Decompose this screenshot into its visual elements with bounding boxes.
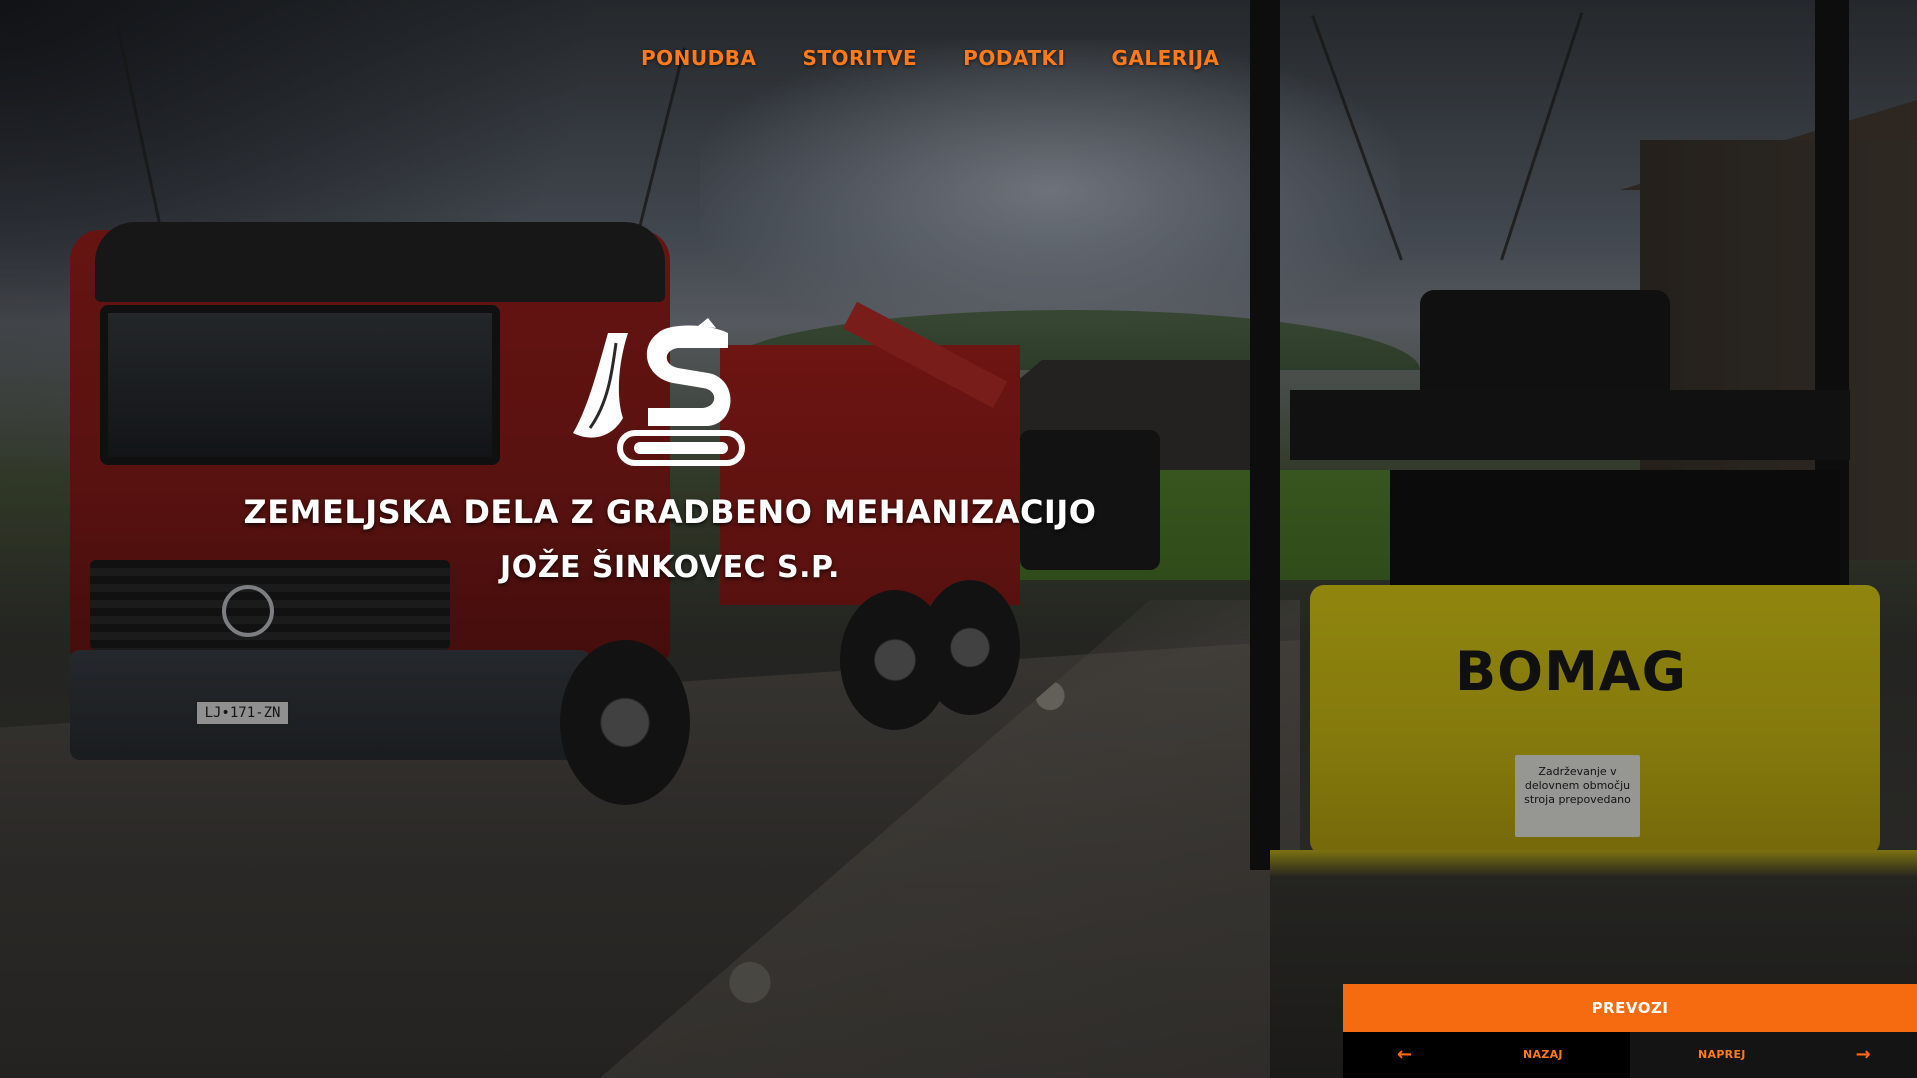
prev-label: NAZAJ: [1523, 1048, 1563, 1061]
slider-control: PREVOZI ← NAZAJ NAPREJ →: [1343, 984, 1917, 1078]
hero-title: ZEMELJSKA DELA Z GRADBENO MEHANIZACIJO: [243, 493, 1097, 531]
nav-link-storitve[interactable]: STORITVE: [802, 46, 917, 70]
nav-link-ponudba[interactable]: PONUDBA: [641, 46, 756, 70]
hero-background: LJ•171-ZN BOMAG Zadrževanje v delovnem o…: [0, 0, 1917, 1078]
nav-link-galerija[interactable]: GALERIJA: [1111, 46, 1219, 70]
arrow-left-icon: ←: [1397, 1044, 1413, 1065]
next-label: NAPREJ: [1698, 1048, 1746, 1061]
hero-subtitle: JOŽE ŠINKOVEC S.P.: [500, 550, 840, 585]
company-logo: [568, 318, 748, 468]
main-nav: PONUDBA STORITVE PODATKI GALERIJA: [641, 44, 1241, 72]
arrow-right-icon: →: [1855, 1044, 1871, 1065]
slider-nav: ← NAZAJ NAPREJ →: [1343, 1032, 1917, 1078]
current-slide-label: PREVOZI: [1343, 984, 1917, 1032]
next-slide-button[interactable]: NAPREJ →: [1630, 1032, 1917, 1078]
nav-link-podatki[interactable]: PODATKI: [963, 46, 1065, 70]
prev-slide-button[interactable]: ← NAZAJ: [1343, 1032, 1630, 1078]
dark-overlay: [0, 0, 1917, 1078]
excavator-s-logo-icon: [573, 318, 745, 466]
